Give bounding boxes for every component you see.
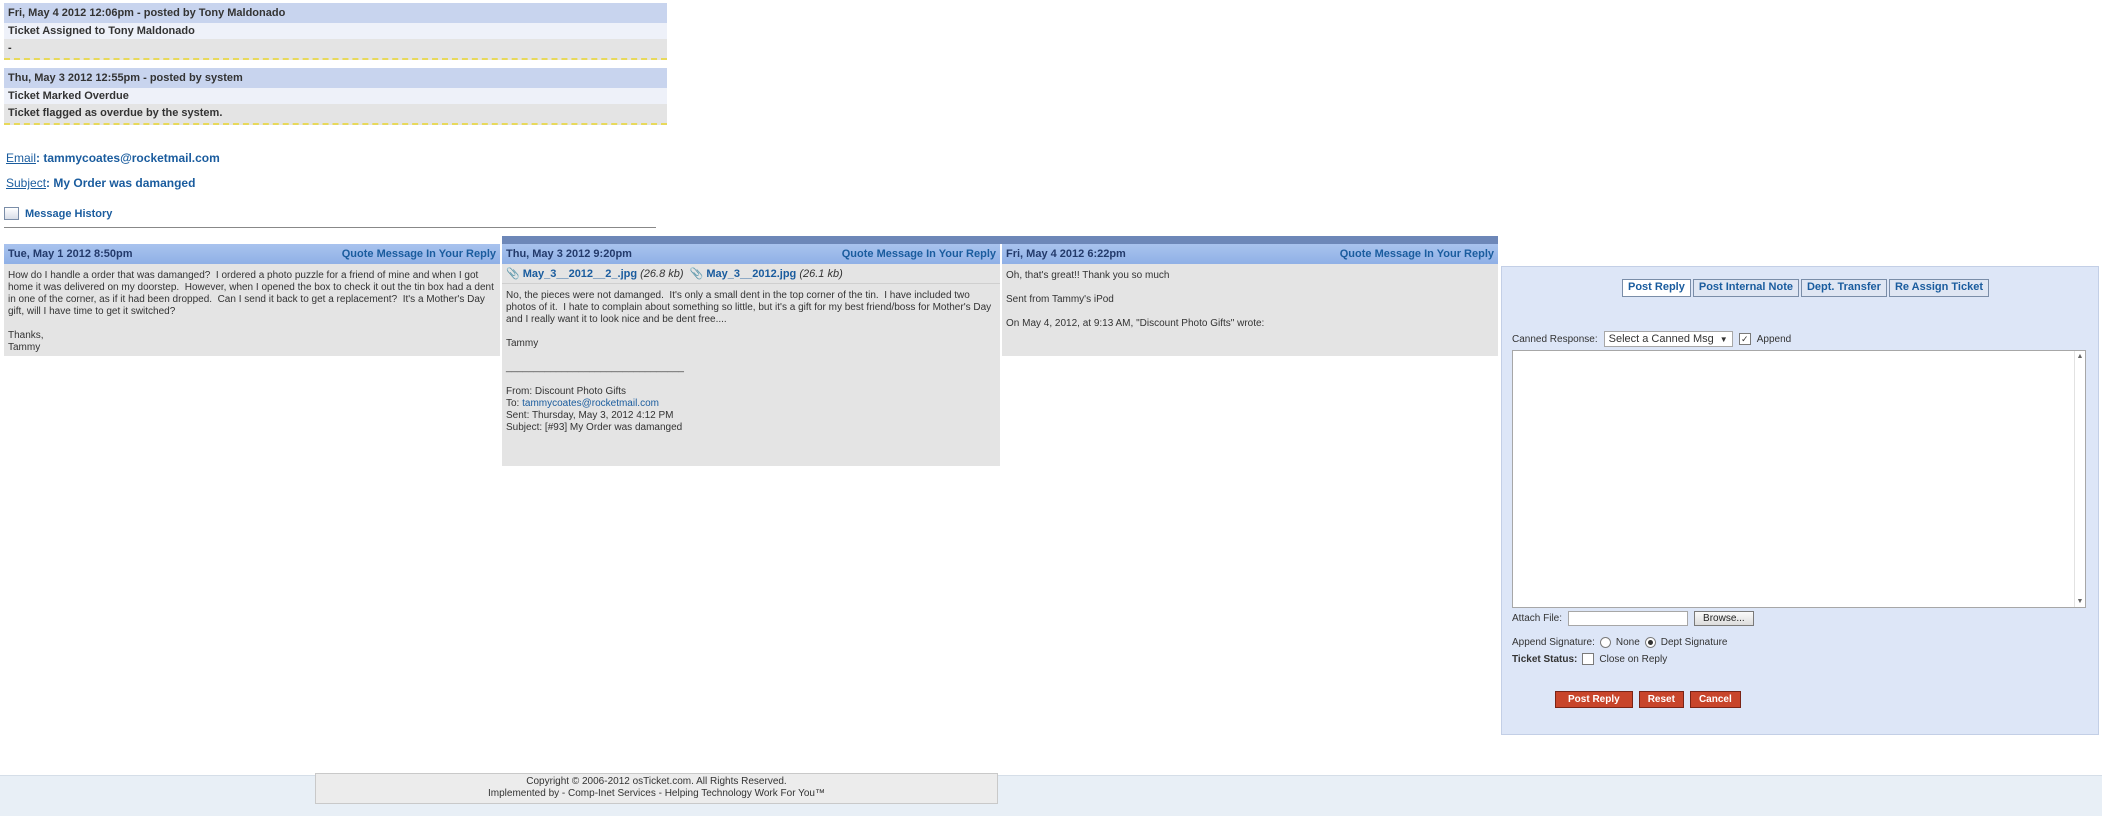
quote-divider: ________________________________ xyxy=(506,362,684,373)
canned-response-row: Canned Response: Select a Canned Msg ▼ ✓… xyxy=(1512,331,1791,347)
footer-implemented-by: Implemented by - Comp-Inet Services - He… xyxy=(487,788,825,799)
canned-response-label: Canned Response: xyxy=(1512,333,1598,345)
message-date: Tue, May 1 2012 8:50pm xyxy=(8,248,133,260)
subject-value: My Order was damanged xyxy=(53,176,196,190)
ticket-email: Email: tammycoates@rocketmail.com xyxy=(6,151,220,165)
ticket-note: Fri, May 4 2012 12:06pm - posted by Tony… xyxy=(4,3,667,60)
message-text: No, the pieces were not damanged. It's o… xyxy=(506,290,992,349)
reply-tabs: Post Reply Post Internal Note Dept. Tran… xyxy=(1622,279,1989,297)
attachment-link[interactable]: May_3__2012__2_.jpg xyxy=(523,268,637,280)
close-on-reply-label: Close on Reply xyxy=(1599,653,1668,665)
tab-post-reply[interactable]: Post Reply xyxy=(1622,279,1691,297)
attachment-size: (26.1 kb) xyxy=(799,268,843,280)
attach-file-input[interactable] xyxy=(1568,611,1689,626)
message-history-toggle[interactable]: Message History xyxy=(4,207,112,220)
ticket-subject: Subject: My Order was damanged xyxy=(6,176,196,190)
signature-label: Append Signature: xyxy=(1512,637,1595,648)
reply-textarea[interactable]: ▲ ▼ xyxy=(1512,350,2086,608)
ticket-status-row: Ticket Status: Close on Reply xyxy=(1512,653,1667,665)
note-header: Fri, May 4 2012 12:06pm - posted by Tony… xyxy=(4,3,667,23)
message-header: Tue, May 1 2012 8:50pm Quote Message In … xyxy=(4,244,500,264)
cancel-button[interactable]: Cancel xyxy=(1689,691,1741,708)
paperclip-icon: 📎 xyxy=(689,268,704,280)
quote-message-link[interactable]: Quote Message In Your Reply xyxy=(842,244,996,264)
scroll-up-icon[interactable]: ▲ xyxy=(2075,353,2085,360)
ticket-note: Thu, May 3 2012 12:55pm - posted by syst… xyxy=(4,68,667,125)
message-date: Fri, May 4 2012 6:22pm xyxy=(1006,248,1126,260)
reply-buttons: Post Reply Reset Cancel xyxy=(1555,691,1741,708)
note-title: Ticket Marked Overdue xyxy=(4,88,667,104)
canned-select-value: Select a Canned Msg xyxy=(1608,333,1714,345)
signature-none-label: None xyxy=(1615,637,1640,648)
tab-post-internal-note[interactable]: Post Internal Note xyxy=(1692,279,1799,297)
reply-panel: Post Reply Post Internal Note Dept. Tran… xyxy=(1501,266,2099,735)
tab-reassign-ticket[interactable]: Re Assign Ticket xyxy=(1888,279,1989,297)
quoted-to-label: To: xyxy=(506,398,523,409)
attachment-size: (26.8 kb) xyxy=(640,268,684,280)
message-body: No, the pieces were not damanged. It's o… xyxy=(502,284,1000,440)
message-entry: Tue, May 1 2012 8:50pm Quote Message In … xyxy=(4,244,500,356)
attach-file-row: Attach File: Browse... xyxy=(1512,611,1754,626)
note-header: Thu, May 3 2012 12:55pm - posted by syst… xyxy=(4,68,667,88)
message-body: How do I handle a order that was damange… xyxy=(8,270,494,353)
email-label[interactable]: Email xyxy=(6,151,36,165)
message-entry: Thu, May 3 2012 9:20pm Quote Message In … xyxy=(502,244,1000,466)
subject-label: Subject xyxy=(6,176,47,190)
message-history-label[interactable]: Message History xyxy=(25,208,112,220)
reset-button[interactable]: Reset xyxy=(1638,691,1684,708)
signature-dept-radio[interactable] xyxy=(1644,637,1656,648)
message-body: Oh, that's great!! Thank you so much Sen… xyxy=(1006,270,1265,329)
quoted-to-email[interactable]: tammycoates@rocketmail.com xyxy=(522,398,659,409)
quoted-subject: Subject: [#93] My Order was damanged xyxy=(506,422,683,433)
note-body: Ticket flagged as overdue by the system. xyxy=(4,104,667,125)
footer-copyright: Copyright © 2006-2012 osTicket.com. All … xyxy=(526,776,787,787)
post-reply-button[interactable]: Post Reply xyxy=(1555,691,1633,708)
signature-dept-label: Dept Signature xyxy=(1660,637,1728,648)
message-header: Thu, May 3 2012 9:20pm Quote Message In … xyxy=(502,244,1000,264)
message-date: Thu, May 3 2012 9:20pm xyxy=(506,248,632,260)
attach-file-label: Attach File: xyxy=(1512,613,1563,624)
signature-none-radio[interactable] xyxy=(1599,637,1611,648)
quote-message-link[interactable]: Quote Message In Your Reply xyxy=(342,244,496,264)
message-entry: Fri, May 4 2012 6:22pm Quote Message In … xyxy=(1002,244,1498,356)
note-body: - xyxy=(4,39,667,60)
attachment-link[interactable]: May_3__2012.jpg xyxy=(706,268,796,280)
email-value[interactable]: tammycoates@rocketmail.com xyxy=(43,151,219,165)
quoted-sent: Sent: Thursday, May 3, 2012 4:12 PM xyxy=(506,410,674,421)
paperclip-icon: 📎 xyxy=(506,268,520,280)
dropdown-arrow-icon: ▼ xyxy=(1719,334,1728,344)
quoted-from: From: Discount Photo Gifts xyxy=(506,386,627,397)
note-title: Ticket Assigned to Tony Maldonado xyxy=(4,23,667,39)
close-on-reply-checkbox[interactable] xyxy=(1582,653,1595,665)
footer: Copyright © 2006-2012 osTicket.com. All … xyxy=(315,773,998,804)
scroll-down-icon[interactable]: ▼ xyxy=(2075,598,2085,605)
attachments: 📎 May_3__2012__2_.jpg (26.8 kb) 📎 May_3__2… xyxy=(502,264,1000,284)
append-label: Append xyxy=(1756,333,1792,345)
tab-dept-transfer[interactable]: Dept. Transfer xyxy=(1800,279,1887,297)
history-divider xyxy=(4,227,656,228)
quote-message-link[interactable]: Quote Message In Your Reply xyxy=(1340,244,1494,264)
append-checkbox[interactable]: ✓ xyxy=(1738,333,1751,345)
thread-strip xyxy=(502,236,1498,244)
ticket-status-label: Ticket Status: xyxy=(1512,653,1578,665)
message-header: Fri, May 4 2012 6:22pm Quote Message In … xyxy=(1002,244,1498,264)
browse-button[interactable]: Browse... xyxy=(1694,611,1754,626)
history-icon xyxy=(4,207,19,220)
signature-row: Append Signature: None Dept Signature xyxy=(1512,637,1727,648)
canned-response-select[interactable]: Select a Canned Msg ▼ xyxy=(1603,331,1733,347)
textarea-scrollbar[interactable]: ▲ ▼ xyxy=(2074,351,2085,607)
